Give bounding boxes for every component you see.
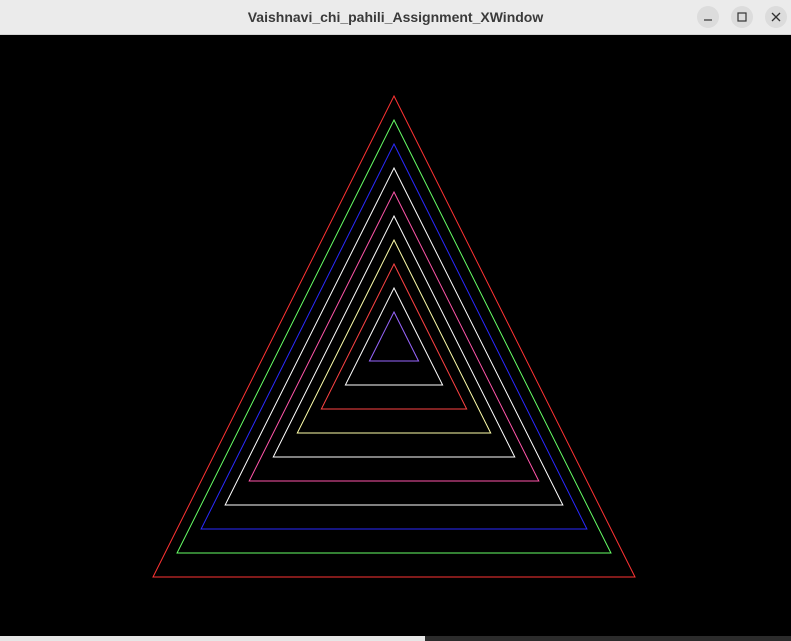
bottom-strip-left	[0, 636, 425, 641]
triangle-4	[224, 166, 564, 506]
triangle-9	[344, 286, 444, 386]
triangle-7	[296, 238, 492, 434]
app-window: Vaishnavi_chi_pahili_Assignment_XWindow	[0, 0, 791, 641]
maximize-icon	[737, 12, 747, 22]
minimize-button[interactable]	[697, 6, 719, 28]
minimize-icon	[704, 19, 712, 21]
triangle-5	[248, 190, 540, 482]
close-button[interactable]	[765, 6, 787, 28]
title-bar[interactable]: Vaishnavi_chi_pahili_Assignment_XWindow	[0, 0, 791, 35]
triangle-2	[176, 118, 612, 554]
maximize-button[interactable]	[731, 6, 753, 28]
drawing-canvas	[0, 36, 791, 636]
bottom-strip-right	[425, 636, 791, 641]
window-title: Vaishnavi_chi_pahili_Assignment_XWindow	[247, 9, 544, 25]
triangle-10	[368, 310, 420, 362]
close-icon	[771, 12, 781, 22]
triangle-3	[200, 142, 588, 530]
triangle-8	[320, 262, 468, 410]
